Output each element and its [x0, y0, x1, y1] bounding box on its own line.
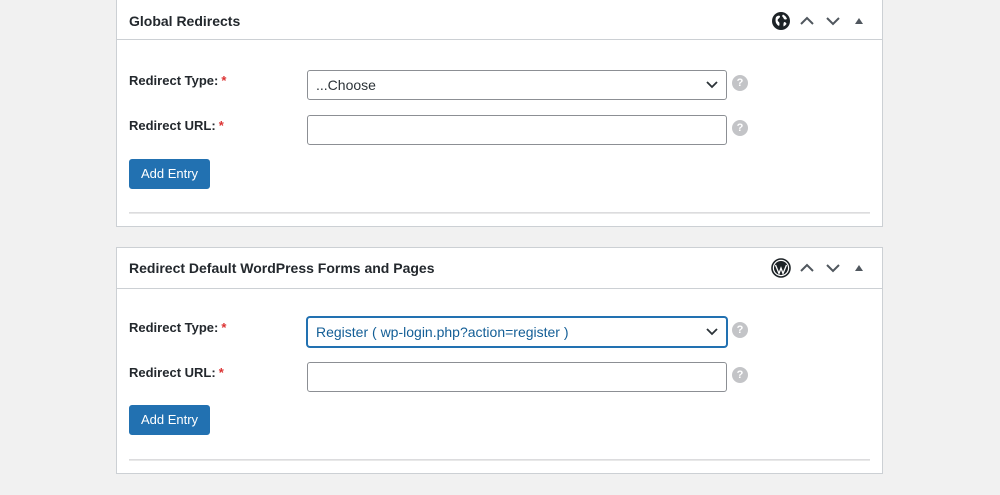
divider — [129, 212, 870, 214]
chevron-down-icon — [706, 328, 718, 336]
help-icon[interactable]: ? — [732, 367, 748, 383]
redirect-url-input[interactable] — [307, 362, 727, 392]
redirect-url-row: Redirect URL: * ? — [129, 115, 882, 148]
panel-header: Redirect Default WordPress Forms and Pag… — [117, 248, 882, 289]
move-up-button[interactable] — [794, 8, 820, 34]
redirect-url-input[interactable] — [307, 115, 727, 145]
divider — [129, 459, 870, 461]
redirect-type-label: Redirect Type: * — [129, 320, 227, 335]
required-mark: * — [221, 320, 227, 335]
redirect-type-row: Redirect Type: * ...Choose ? — [129, 70, 882, 103]
wordpress-icon — [768, 255, 794, 281]
help-icon[interactable]: ? — [732, 120, 748, 136]
select-value: Register ( wp-login.php?action=register … — [316, 324, 569, 340]
redirect-url-label: Redirect URL: * — [129, 118, 224, 133]
panel-title: Global Redirects — [129, 13, 241, 29]
add-entry-button[interactable]: Add Entry — [129, 159, 210, 189]
collapse-toggle-button[interactable] — [846, 255, 872, 281]
redirect-type-row: Redirect Type: * Register ( wp-login.php?… — [129, 317, 882, 350]
required-mark: * — [218, 365, 224, 380]
redirect-type-label: Redirect Type: * — [129, 73, 227, 88]
move-down-button[interactable] — [820, 8, 846, 34]
collapse-toggle-button[interactable] — [846, 8, 872, 34]
select-value: ...Choose — [316, 77, 376, 93]
redirect-type-select[interactable]: ...Choose — [307, 70, 727, 100]
redirect-type-select[interactable]: Register ( wp-login.php?action=register … — [307, 317, 727, 347]
redirect-url-row: Redirect URL: * ? — [129, 362, 882, 395]
panel-title: Redirect Default WordPress Forms and Pag… — [129, 260, 435, 276]
help-icon[interactable]: ? — [732, 322, 748, 338]
move-down-button[interactable] — [820, 255, 846, 281]
required-mark: * — [221, 73, 227, 88]
panel-header: Global Redirects — [117, 0, 882, 40]
help-icon[interactable]: ? — [732, 75, 748, 91]
required-mark: * — [218, 118, 224, 133]
globe-icon — [768, 8, 794, 34]
panel-controls — [768, 1, 872, 41]
wordpress-redirects-panel: Redirect Default WordPress Forms and Pag… — [116, 247, 883, 474]
move-up-button[interactable] — [794, 255, 820, 281]
global-redirects-panel: Global Redirects Redirect Type: * ...Cho… — [116, 0, 883, 227]
chevron-down-icon — [706, 81, 718, 89]
add-entry-button[interactable]: Add Entry — [129, 405, 210, 435]
panel-controls — [768, 248, 872, 288]
redirect-url-label: Redirect URL: * — [129, 365, 224, 380]
